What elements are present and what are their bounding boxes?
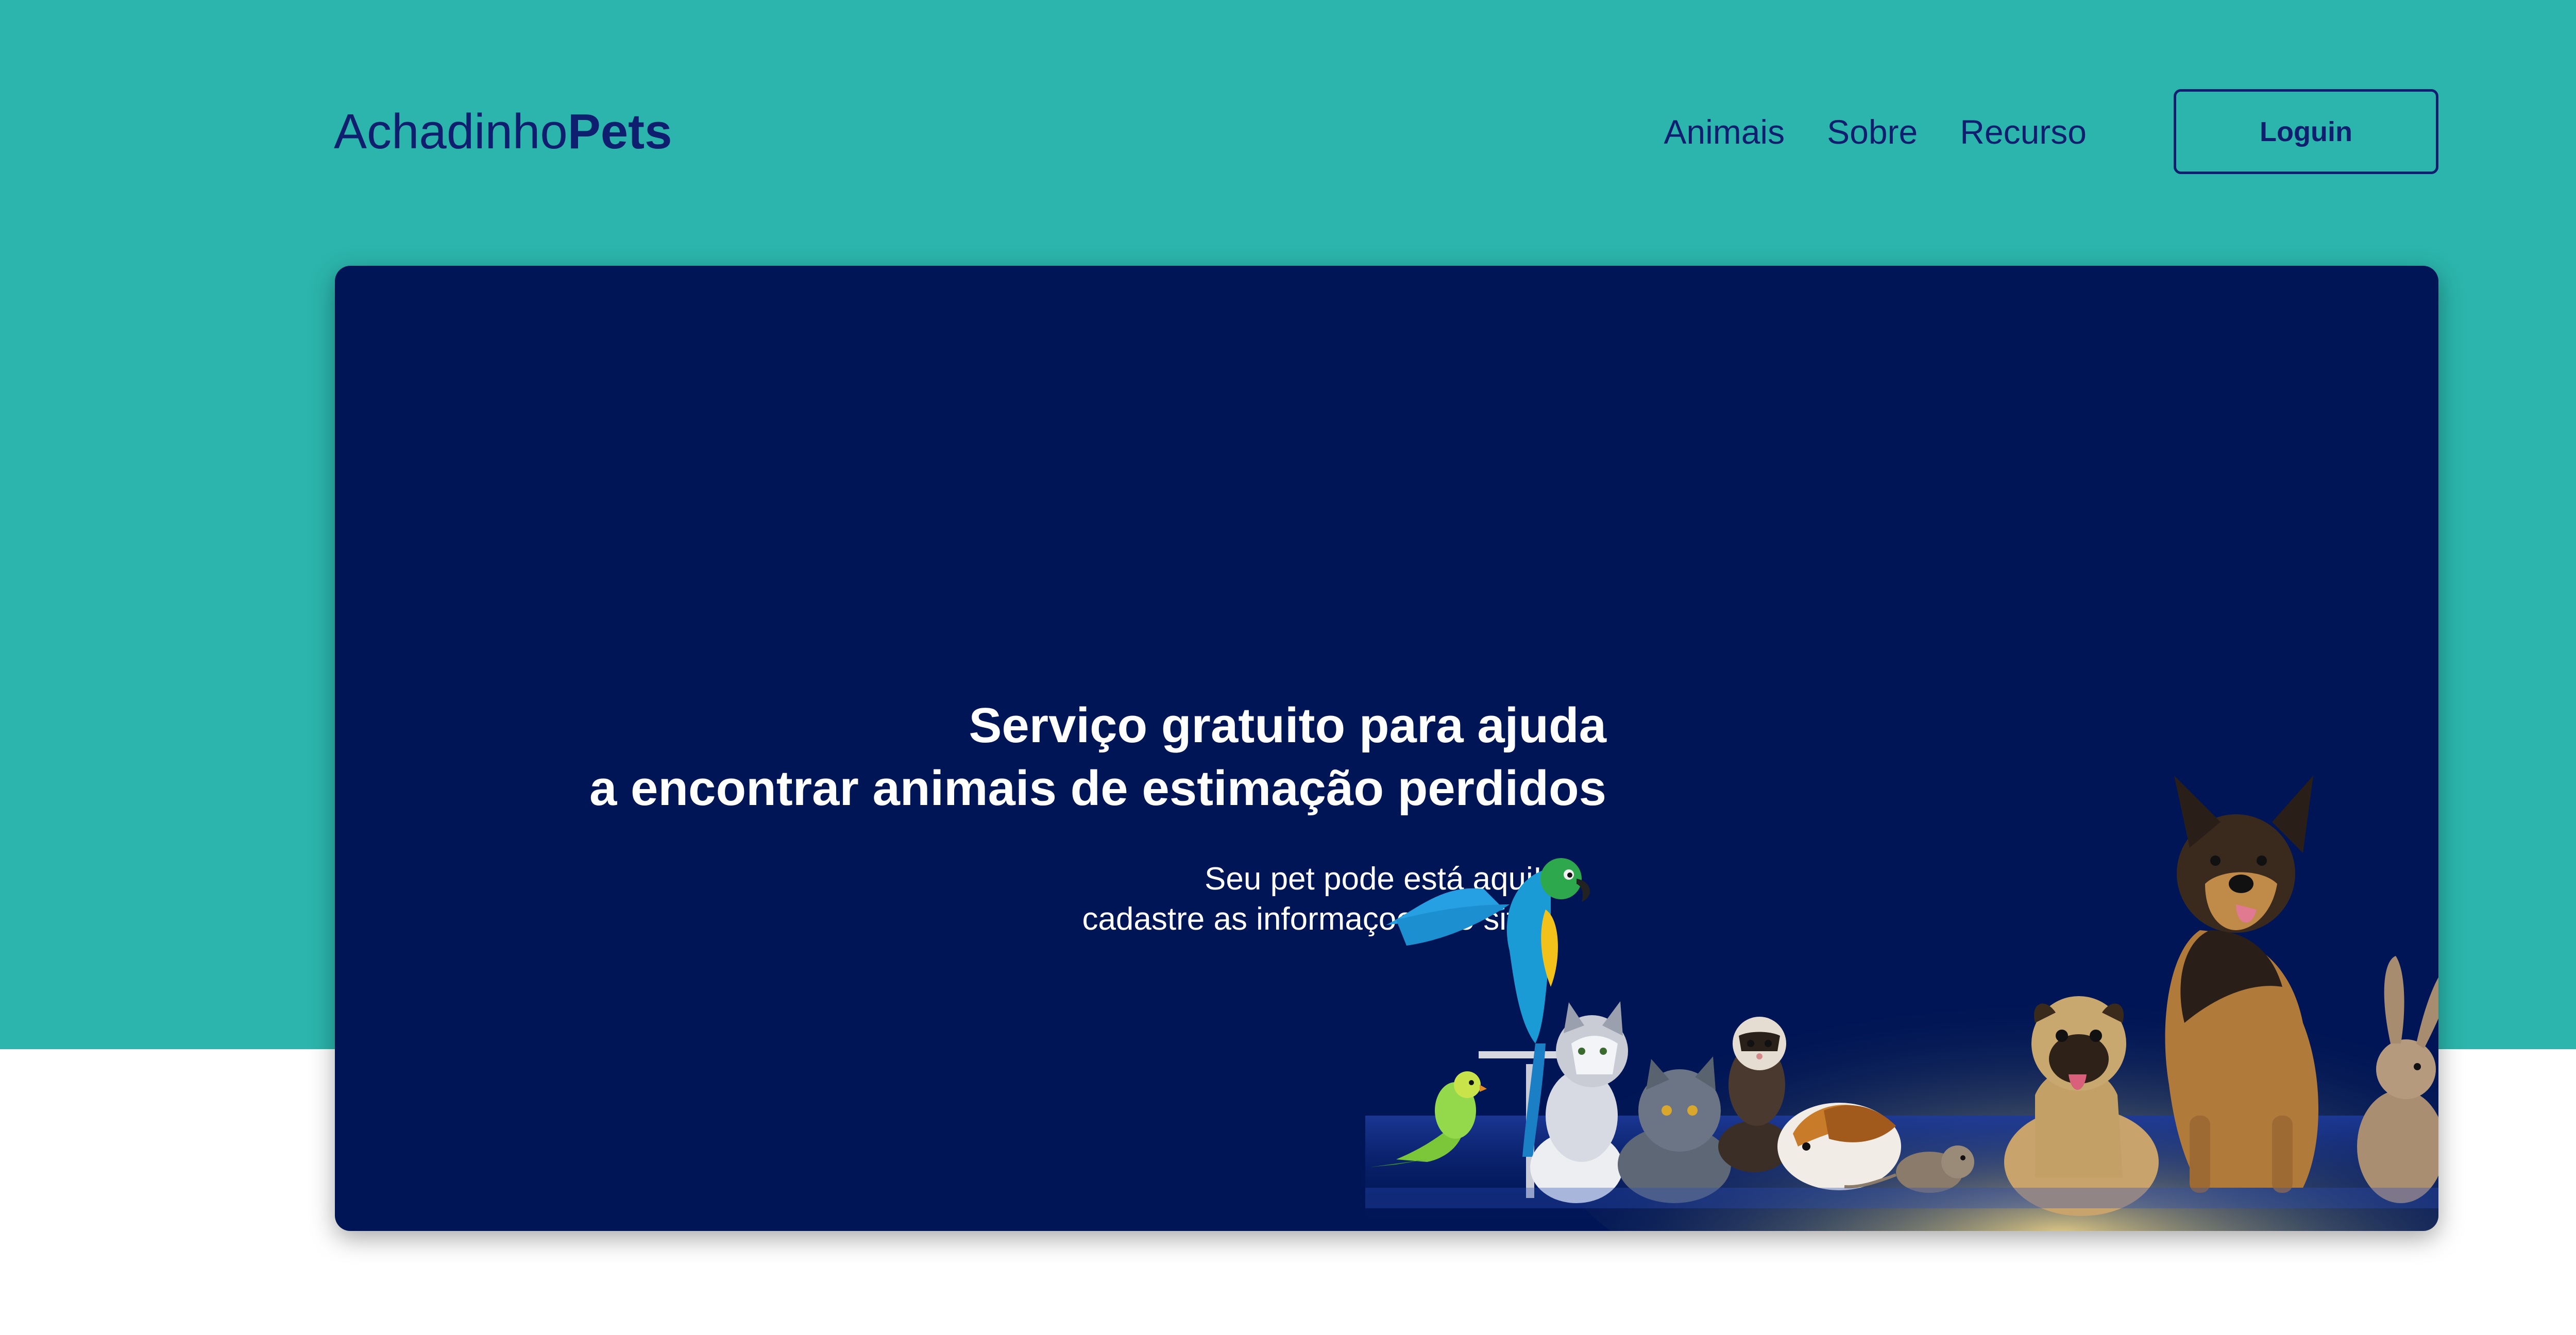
brand-regular-text: Achadinho bbox=[334, 104, 568, 159]
brand-bold-text: Pets bbox=[567, 104, 672, 159]
hero-banner: Serviço gratuito para ajuda a encontrar … bbox=[335, 266, 2438, 1231]
site-header: AchadinhoPets Animais Sobre Recurso Logu… bbox=[0, 0, 2576, 216]
brand-logo[interactable]: AchadinhoPets bbox=[334, 101, 672, 163]
floor-reflection bbox=[1365, 1188, 2438, 1208]
main-nav: Animais Sobre Recurso bbox=[1664, 106, 2087, 158]
kitten-icon bbox=[1530, 1001, 1628, 1203]
pets-group-illustration bbox=[1365, 776, 2438, 1231]
guinea-pig-icon bbox=[1777, 1103, 1901, 1190]
hero-title-line-1: Serviço gratuito para ajuda bbox=[969, 698, 1606, 753]
nav-link-sobre[interactable]: Sobre bbox=[1827, 106, 1918, 158]
login-button[interactable]: Loguin bbox=[2174, 89, 2438, 174]
nav-link-recurso[interactable]: Recurso bbox=[1960, 106, 2087, 158]
page: AchadinhoPets Animais Sobre Recurso Logu… bbox=[0, 0, 2576, 1335]
nav-link-animais[interactable]: Animais bbox=[1664, 106, 1785, 158]
